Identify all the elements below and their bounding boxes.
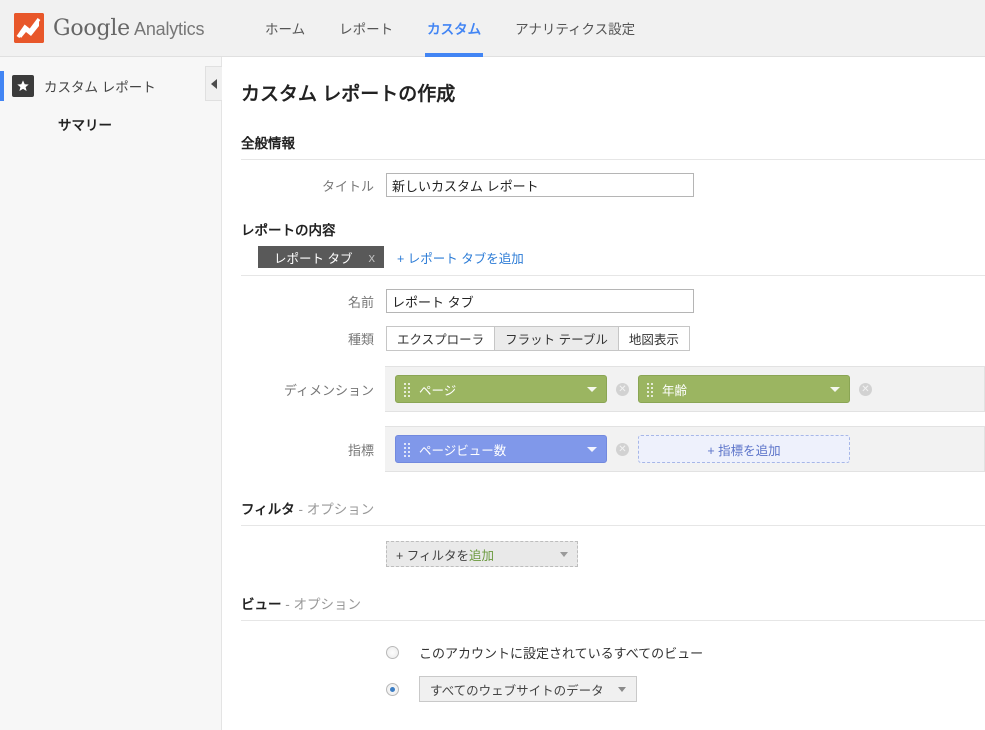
- top-bar: Google Analytics ホーム レポート カスタム アナリティクス設定: [0, 0, 985, 57]
- remove-circle-icon[interactable]: ✕: [859, 382, 872, 396]
- dimension-pill-age[interactable]: 年齢: [638, 375, 850, 403]
- page-title: カスタム レポートの作成: [241, 84, 456, 105]
- nav-item-reports[interactable]: レポート: [322, 0, 410, 57]
- dimension-pill-label: 年齢: [662, 383, 688, 398]
- name-input[interactable]: [386, 289, 694, 313]
- dimension-label: ディメンション: [283, 382, 374, 398]
- radio-all-views[interactable]: [386, 646, 399, 659]
- divider: [241, 159, 985, 160]
- add-metric-button[interactable]: + 指標を追加: [638, 435, 850, 463]
- chevron-left-icon[interactable]: [205, 66, 222, 101]
- type-option-explorer[interactable]: エクスプローラ: [386, 326, 495, 351]
- section-filter-heading: フィルタ - オプション: [241, 498, 985, 518]
- sidebar: カスタム レポート サマリー: [0, 57, 222, 730]
- type-label: 種類: [347, 332, 374, 347]
- drag-handle-icon[interactable]: [404, 382, 411, 397]
- radio-single-view[interactable]: [386, 682, 399, 696]
- view-heading-text: ビュー: [241, 597, 282, 612]
- main-nav: ホーム レポート カスタム アナリティクス設定: [248, 0, 652, 57]
- metric-field-row: 指標 ページビュー数 ✕ + 指標を追加: [241, 426, 985, 472]
- brand-text: Google Analytics: [53, 16, 204, 41]
- report-tab-label: レポート タブ: [274, 251, 353, 266]
- main-content: カスタム レポートの作成 全般情報 タイトル レポートの内容 レポート タブ x…: [222, 57, 985, 730]
- dimension-pill-group: ページ ✕: [395, 375, 638, 403]
- remove-circle-icon[interactable]: ✕: [616, 382, 629, 396]
- add-filter-action: 追加: [469, 548, 495, 563]
- caret-down-icon[interactable]: [587, 386, 597, 392]
- sidebar-item-label: カスタム レポート: [44, 80, 156, 95]
- add-filter-button[interactable]: + フィルタを 追加: [386, 541, 578, 567]
- dimension-tray: ページ ✕ 年齢 ✕: [385, 366, 985, 412]
- dimension-pill-group: 年齢 ✕: [638, 375, 881, 403]
- divider: [241, 525, 985, 526]
- report-tab-strip: レポート タブ x + レポート タブを追加: [241, 246, 985, 268]
- metric-pill-group: ページビュー数 ✕: [395, 435, 638, 463]
- caret-down-icon[interactable]: [587, 446, 597, 452]
- title-input[interactable]: [386, 173, 694, 197]
- title-label: タイトル: [321, 178, 374, 194]
- close-icon[interactable]: x: [368, 250, 375, 265]
- nav-item-admin[interactable]: アナリティクス設定: [498, 0, 652, 57]
- brand[interactable]: Google Analytics: [14, 13, 226, 43]
- content-shell: カスタム レポート サマリー カスタム レポートの作成 全般情報 タイトル レポ…: [0, 57, 985, 730]
- add-report-tab-link[interactable]: + レポート タブを追加: [397, 248, 524, 267]
- view-option-all-row: このアカウントに設定されているすべてのビュー: [241, 643, 985, 662]
- type-field-row: 種類 エクスプローラ フラット テーブル 地図表示: [241, 326, 985, 351]
- name-label: 名前: [347, 294, 374, 310]
- view-select[interactable]: すべてのウェブサイトのデータ: [419, 676, 637, 702]
- view-option-single-row: すべてのウェブサイトのデータ: [241, 676, 985, 702]
- divider: [241, 275, 985, 276]
- section-general-heading: 全般情報: [241, 136, 295, 151]
- view-select-value: すべてのウェブサイトのデータ: [430, 683, 604, 698]
- nav-item-custom[interactable]: カスタム: [410, 0, 498, 57]
- dimension-pill-label: ページ: [419, 383, 457, 398]
- type-option-flat-table[interactable]: フラット テーブル: [494, 326, 618, 351]
- radio-all-views-label: このアカウントに設定されているすべてのビュー: [419, 646, 704, 661]
- drag-handle-icon[interactable]: [404, 442, 411, 457]
- caret-down-icon[interactable]: [560, 551, 568, 557]
- sidebar-item-summary[interactable]: サマリー: [0, 114, 221, 134]
- metric-pill-label: ページビュー数: [419, 443, 507, 458]
- metric-tray: ページビュー数 ✕ + 指標を追加: [385, 426, 985, 472]
- star-icon: [12, 75, 34, 97]
- filter-heading-text: フィルタ: [241, 502, 295, 517]
- add-filter-prefix: + フィルタを: [396, 548, 470, 563]
- brand-product: Analytics: [134, 18, 205, 39]
- type-segmented-control: エクスプローラ フラット テーブル 地図表示: [386, 326, 690, 351]
- dimension-field-row: ディメンション ページ ✕ 年齢 ✕: [241, 366, 985, 412]
- nav-item-home[interactable]: ホーム: [248, 0, 322, 57]
- section-content-heading: レポートの内容: [241, 223, 336, 238]
- dimension-pill-page[interactable]: ページ: [395, 375, 607, 403]
- report-tab[interactable]: レポート タブ x: [258, 246, 384, 268]
- brand-google: Google: [53, 15, 131, 41]
- drag-handle-icon[interactable]: [647, 382, 654, 397]
- filter-heading-option: - オプション: [294, 502, 375, 517]
- divider: [241, 620, 985, 621]
- type-option-map-overlay[interactable]: 地図表示: [617, 326, 690, 351]
- remove-circle-icon[interactable]: ✕: [616, 442, 629, 456]
- filter-add-row: + フィルタを 追加: [241, 541, 985, 567]
- view-heading-option: - オプション: [281, 597, 361, 612]
- caret-down-icon[interactable]: [830, 386, 840, 392]
- analytics-logo-icon: [14, 13, 44, 43]
- metric-label: 指標: [347, 442, 374, 458]
- chevron-left-glyph: [211, 78, 217, 89]
- sidebar-item-custom-reports[interactable]: カスタム レポート: [0, 71, 221, 101]
- section-view-heading: ビュー - オプション: [241, 593, 985, 613]
- name-field-row: 名前: [241, 289, 985, 313]
- metric-pill-pageviews[interactable]: ページビュー数: [395, 435, 607, 463]
- caret-down-icon[interactable]: [617, 686, 626, 692]
- title-field-row: タイトル: [241, 173, 985, 197]
